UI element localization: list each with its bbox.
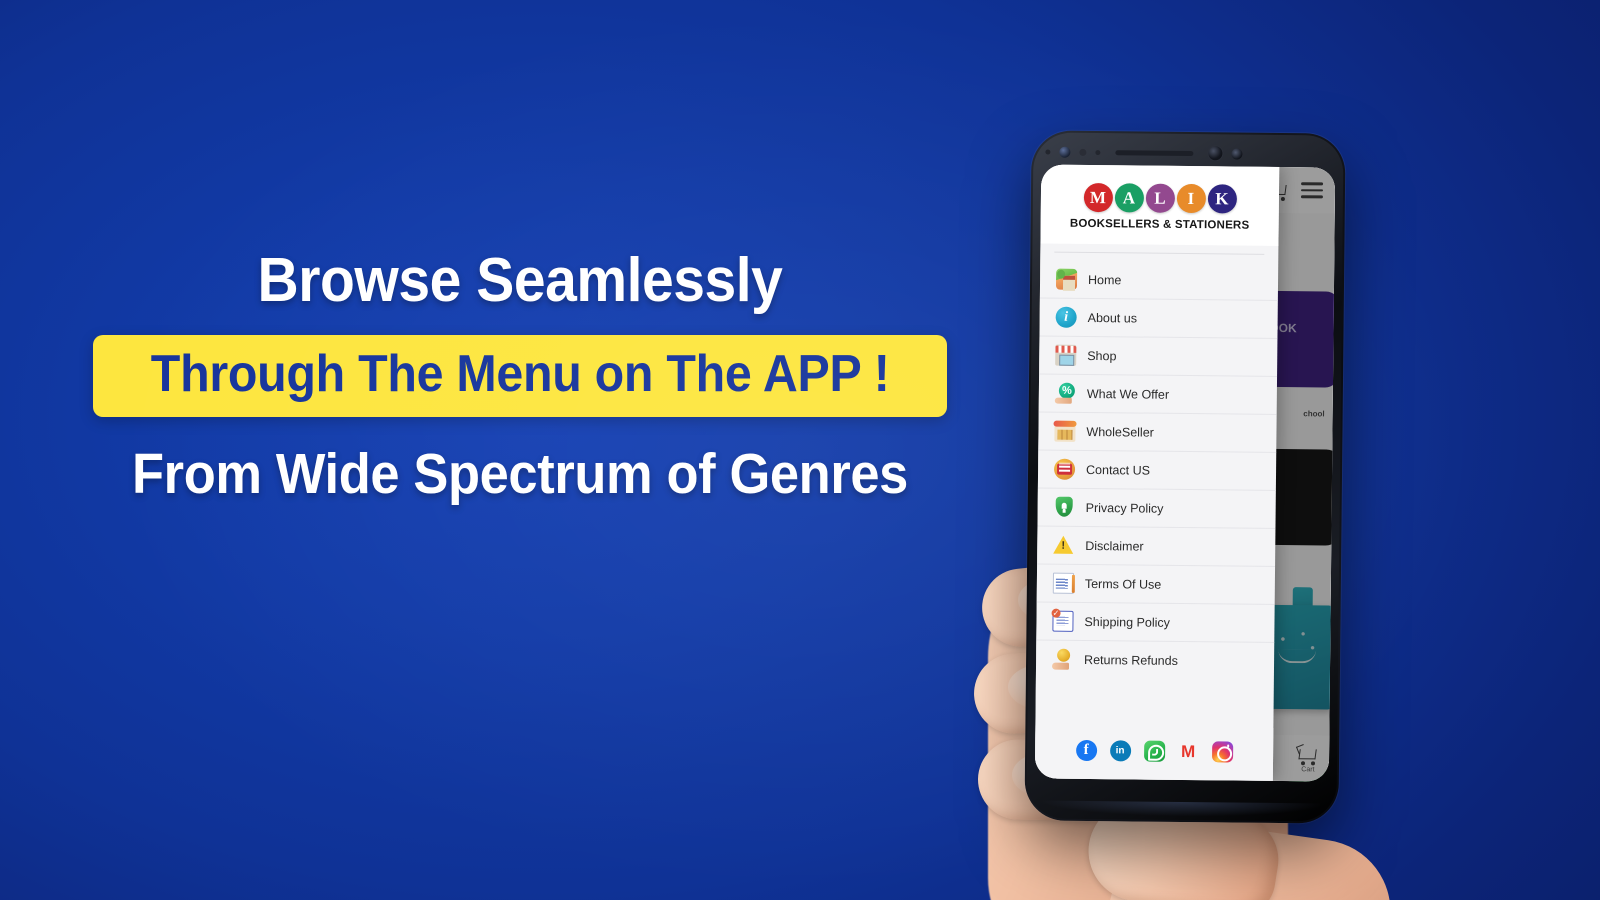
coin-refund-icon bbox=[1052, 649, 1073, 670]
iris-scanner-icon bbox=[1059, 146, 1071, 158]
logo-letter-i: I bbox=[1176, 183, 1206, 214]
instagram-icon[interactable] bbox=[1211, 741, 1233, 763]
headline-highlight-box: Through The Menu on The APP ! bbox=[92, 335, 948, 418]
menu-label: Terms Of Use bbox=[1084, 576, 1162, 592]
home-icon bbox=[1055, 268, 1078, 290]
menu-label: Shop bbox=[1087, 348, 1117, 363]
logo-letter-l: L bbox=[1145, 183, 1175, 213]
logo-letter-a: A bbox=[1114, 183, 1144, 213]
light-sensor-icon bbox=[1095, 149, 1101, 155]
menu-item-about-us[interactable]: About us bbox=[1039, 298, 1278, 339]
facebook-icon[interactable] bbox=[1075, 739, 1097, 762]
menu-item-wholeseller[interactable]: WholeSeller bbox=[1038, 412, 1277, 453]
logo-letter-m: M bbox=[1083, 182, 1113, 213]
menu-label: What We Offer bbox=[1086, 386, 1170, 402]
highlight-wrapper: Through The Menu on The APP ! bbox=[0, 335, 1040, 418]
phone-sensor-strip bbox=[1045, 143, 1331, 164]
menu-label: About us bbox=[1087, 310, 1138, 325]
proximity-sensor-icon bbox=[1079, 148, 1087, 156]
menu-item-what-we-offer[interactable]: % What We Offer bbox=[1038, 374, 1278, 415]
menu-label: WholeSeller bbox=[1086, 424, 1154, 440]
store-icon bbox=[1055, 344, 1077, 366]
document-terms-icon bbox=[1052, 572, 1074, 594]
menu-item-shipping-policy[interactable]: Shipping Policy bbox=[1036, 602, 1275, 643]
drawer-menu-list: Home About us Shop % What We Offer bbox=[1035, 252, 1279, 727]
brand-tagline: BOOKSELLERS & STATIONERS bbox=[1069, 217, 1250, 232]
menu-item-home[interactable]: Home bbox=[1039, 260, 1279, 301]
menu-item-returns-refunds[interactable]: Returns Refunds bbox=[1036, 640, 1274, 679]
contact-card-icon bbox=[1053, 458, 1076, 480]
headline-line-3: From Wide Spectrum of Genres bbox=[132, 442, 908, 507]
gmail-icon[interactable] bbox=[1178, 741, 1199, 762]
info-icon bbox=[1055, 306, 1077, 328]
menu-label: Shipping Policy bbox=[1084, 614, 1171, 630]
front-camera-icon bbox=[1208, 146, 1223, 161]
menu-label: Returns Refunds bbox=[1084, 652, 1178, 668]
phone-chin-reflection bbox=[1042, 800, 1321, 818]
menu-item-contact-us[interactable]: Contact US bbox=[1037, 450, 1277, 491]
phone-screen: MY BOOK chool All bbox=[1034, 164, 1336, 782]
navigation-drawer: M A L I K BOOKSELLERS & STATIONERS Home bbox=[1034, 164, 1280, 781]
promotional-banner: Browse Seamlessly Through The Menu on Th… bbox=[0, 0, 1600, 900]
discount-offer-icon: % bbox=[1055, 383, 1076, 404]
logo-letter-k: K bbox=[1207, 184, 1237, 214]
warning-triangle-icon bbox=[1053, 535, 1074, 556]
menu-label: Disclaimer bbox=[1085, 538, 1144, 554]
secondary-sensor-icon bbox=[1231, 147, 1243, 160]
menu-label: Contact US bbox=[1086, 462, 1151, 478]
headline-line-1: Browse Seamlessly bbox=[257, 246, 783, 315]
menu-item-shop[interactable]: Shop bbox=[1039, 336, 1278, 377]
marketing-copy: Browse Seamlessly Through The Menu on Th… bbox=[0, 248, 1040, 505]
shield-lock-icon bbox=[1054, 497, 1075, 518]
smartphone-mockup: MY BOOK chool All bbox=[1024, 130, 1346, 824]
whatsapp-icon[interactable] bbox=[1143, 740, 1165, 762]
warehouse-icon bbox=[1054, 420, 1076, 442]
menu-item-terms-of-use[interactable]: Terms Of Use bbox=[1036, 564, 1276, 605]
drawer-social-links bbox=[1034, 725, 1274, 781]
brand-logo: M A L I K BOOKSELLERS & STATIONERS bbox=[1040, 164, 1280, 246]
menu-label: Home bbox=[1087, 272, 1122, 287]
menu-item-disclaimer[interactable]: Disclaimer bbox=[1037, 526, 1276, 567]
sensor-dot bbox=[1045, 149, 1051, 155]
logo-letter-circles: M A L I K bbox=[1041, 182, 1279, 214]
headline-line-2: Through The Menu on The APP ! bbox=[150, 345, 890, 404]
menu-label: Privacy Policy bbox=[1085, 500, 1164, 516]
linkedin-icon[interactable] bbox=[1109, 740, 1131, 762]
menu-item-privacy-policy[interactable]: Privacy Policy bbox=[1037, 488, 1276, 529]
clipboard-check-icon bbox=[1052, 610, 1074, 632]
earpiece-speaker bbox=[1115, 149, 1194, 156]
